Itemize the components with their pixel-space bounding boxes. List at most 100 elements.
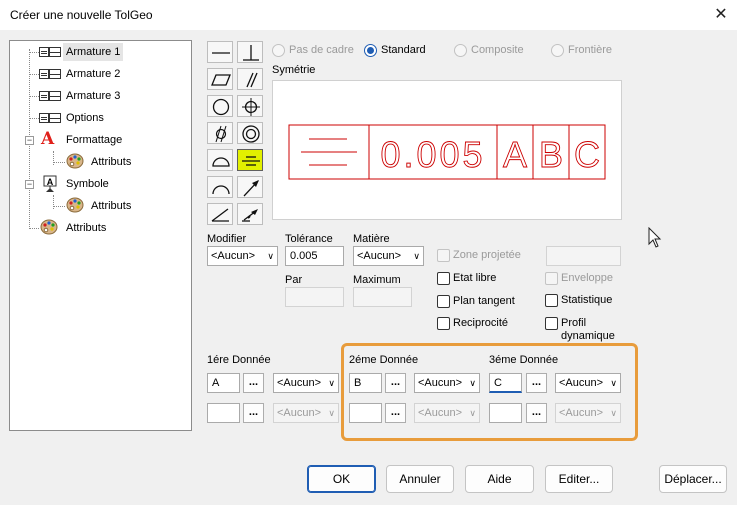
position-button[interactable] [237,95,263,117]
surface-profile-button[interactable] [207,149,233,171]
enveloppe-checkbox[interactable]: Enveloppe [545,271,613,287]
datum3-browse-button[interactable]: ... [526,373,547,393]
preview-panel: 0.005 A B C [272,80,622,220]
angularity-icon [211,208,229,222]
datum2-modifier-select-2[interactable]: <Aucun> ∨ [414,403,480,423]
datum2-browse-button-2[interactable]: ... [385,403,406,423]
chevron-down-icon: ∨ [610,378,617,388]
datum2-modifier-value: <Aucun> [418,377,463,389]
tree-item-formattage[interactable]: − A Formattage [10,130,190,149]
tree-item-armature-1[interactable]: Armature 1 [10,43,190,61]
collapse-icon[interactable]: − [25,180,34,189]
maximum-input[interactable] [353,287,412,307]
zone-projetee-input[interactable] [546,246,621,266]
palette-icon [40,219,58,235]
fcf-preview: 0.005 A B C [288,124,606,180]
surface-profile-icon [212,157,230,167]
preview-datum-b: B [539,134,563,175]
datum1-modifier-select[interactable]: <Aucun> ∨ [273,373,339,393]
datum2-input[interactable]: B [349,373,382,393]
close-icon[interactable]: ✕ [711,5,731,25]
total-runout-button[interactable] [237,203,263,225]
etat-libre-checkbox[interactable]: Etat libre [437,271,496,287]
datum3-input[interactable]: C [489,373,522,393]
matiere-select[interactable]: <Aucun> ∨ [353,246,424,266]
radio-standard[interactable]: Standard [364,42,426,58]
tree-item-label: Armature 3 [66,90,121,102]
datum1-input[interactable]: A [207,373,240,393]
matiere-value: <Aucun> [357,250,402,262]
perpendicularity-button[interactable] [237,41,263,63]
preview-caption: Symétrie [272,64,316,76]
editer-button[interactable]: Editer... [545,465,613,493]
ok-button[interactable]: OK [307,465,376,493]
plan-tangent-checkbox[interactable]: Plan tangent [437,294,515,310]
datum1-modifier2-value: <Aucun> [277,407,322,419]
datum1-input-2[interactable] [207,403,240,423]
circularity-button[interactable] [207,95,233,117]
collapse-icon[interactable]: − [25,136,34,145]
aide-button[interactable]: Aide [465,465,534,493]
modifier-select[interactable]: <Aucun> ∨ [207,246,278,266]
frame-icon [39,45,61,59]
tree-item-armature-2[interactable]: Armature 2 [10,65,190,83]
frame-icon [39,111,61,125]
cylindricity-icon [215,125,227,143]
datum3-modifier-select[interactable]: <Aucun> ∨ [555,373,621,393]
preview-datum-c: C [574,134,600,175]
par-label: Par [285,274,303,286]
tolerance-input[interactable]: 0.005 [285,246,344,266]
flatness-button[interactable] [207,68,233,90]
maximum-label: Maximum [353,274,401,286]
tree-item-label: Options [66,112,104,124]
chevron-down-icon: ∨ [413,251,420,261]
datum3-modifier-select-2[interactable]: <Aucun> ∨ [555,403,621,423]
par-input[interactable] [285,287,344,307]
tree-item-label: Attributs [91,156,132,168]
tree-item-options[interactable]: Options [10,109,190,127]
straightness-icon [212,52,230,54]
straightness-button[interactable] [207,41,233,63]
tree-item-attributs[interactable]: Attributs [10,197,190,215]
radio-frontiere[interactable]: Frontière [551,42,612,58]
tree-item-attributs[interactable]: Attributs [10,153,190,171]
statistique-checkbox[interactable]: Statistique [545,293,612,309]
preview-tolerance-text: 0.005 [380,134,485,175]
symmetry-icon [242,156,260,166]
mouse-cursor-icon [648,227,662,248]
angularity-button[interactable] [207,203,233,225]
concentricity-button[interactable] [237,122,263,144]
circular-runout-button[interactable] [237,176,263,198]
deplacer-button[interactable]: Déplacer... [659,465,727,493]
zone-projetee-checkbox[interactable]: Zone projetée [437,248,521,264]
position-icon [242,98,260,116]
palette-icon [66,197,84,213]
annuler-button[interactable]: Annuler [386,465,454,493]
cylindricity-button[interactable] [207,122,233,144]
chevron-down-icon: ∨ [469,408,476,418]
svg-text:A: A [47,177,54,187]
datum1-browse-button-2[interactable]: ... [243,403,264,423]
tree-item-attributs-root[interactable]: Attributs [10,219,190,237]
datum3-input-2[interactable] [489,403,522,423]
tree-item-armature-3[interactable]: Armature 3 [10,87,190,105]
datum2-modifier-select[interactable]: <Aucun> ∨ [414,373,480,393]
tree-view[interactable]: Armature 1 Armature 2 Armature 3 Options… [9,40,192,431]
tree-item-label: Attributs [66,222,107,234]
parallelism-icon [246,72,258,88]
tree-item-symbole[interactable]: − A Symbole [10,175,190,193]
datum2-browse-button[interactable]: ... [385,373,406,393]
reciprocite-checkbox[interactable]: Reciprocité [437,316,508,332]
symmetry-button[interactable] [237,149,263,171]
line-profile-button[interactable] [207,176,233,198]
datum2-input-2[interactable] [349,403,382,423]
frame-icon [39,67,61,81]
window-title: Créer une nouvelle TolGeo [10,8,153,22]
radio-pas-de-cadre[interactable]: Pas de cadre [272,42,354,58]
radio-composite[interactable]: Composite [454,42,524,58]
datum1-browse-button[interactable]: ... [243,373,264,393]
datum3-browse-button-2[interactable]: ... [526,403,547,423]
parallelism-button[interactable] [237,68,263,90]
profil-dynamique-label: Profil [561,317,587,329]
datum1-modifier-select-2[interactable]: <Aucun> ∨ [273,403,339,423]
